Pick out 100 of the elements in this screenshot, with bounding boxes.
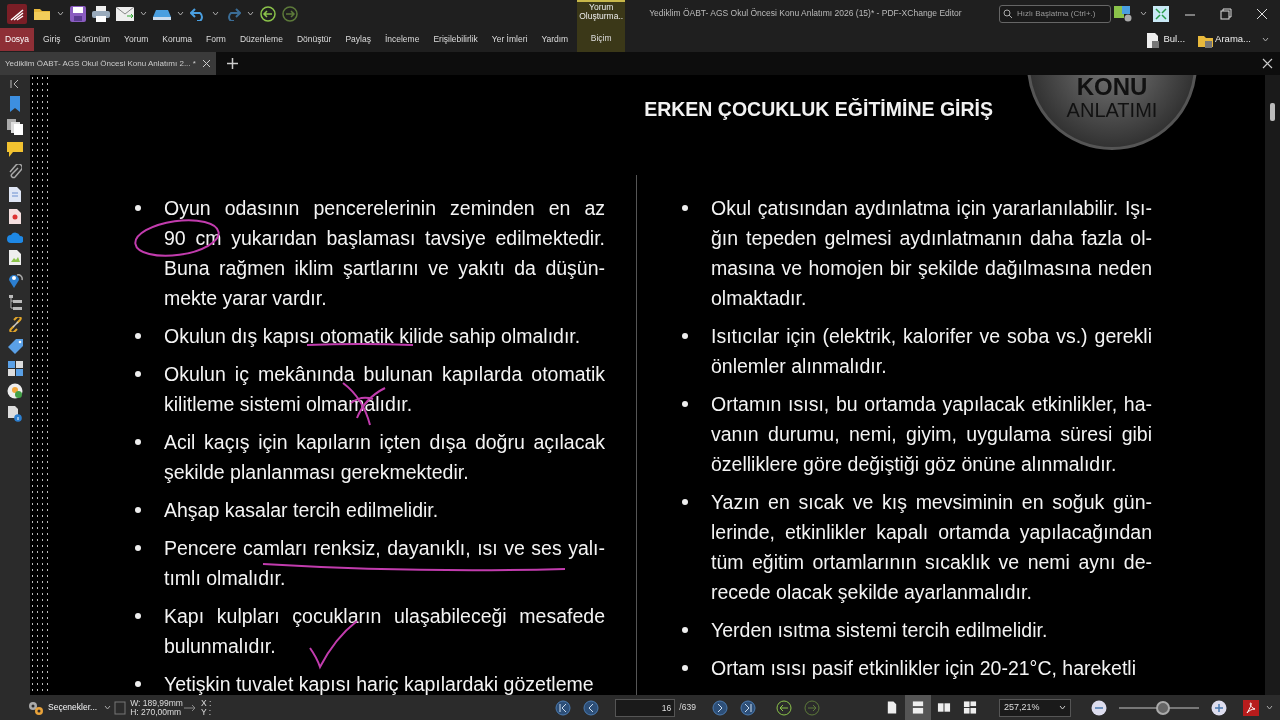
restore-icon[interactable] — [1219, 6, 1233, 21]
envelope-icon[interactable] — [116, 6, 134, 21]
bullet-paragraph: Acil kaçış için kapıların içten dışa doğru açılacak şekilde planlanması gerekmektedir. — [164, 430, 605, 485]
bullet-icon — [135, 681, 141, 687]
image-document-icon[interactable] — [9, 250, 21, 265]
zoom-in-icon[interactable] — [1211, 699, 1227, 716]
certificate-document-icon[interactable] — [9, 209, 21, 224]
ribbon-button[interactable]: Arama... — [1193, 31, 1255, 48]
caret-icon — [1059, 705, 1066, 710]
logo-title: KONU — [1076, 75, 1148, 99]
bullet-icon — [682, 499, 688, 505]
collapse-icon[interactable] — [10, 79, 20, 89]
next-page-icon[interactable] — [711, 699, 728, 716]
document-icon[interactable] — [9, 187, 21, 202]
caret-icon[interactable] — [104, 704, 112, 710]
redo-icon[interactable] — [225, 6, 241, 21]
view-mode-button[interactable] — [905, 695, 931, 720]
grid-icon[interactable] — [7, 361, 23, 376]
document-info-icon[interactable] — [8, 406, 22, 422]
page-number-field[interactable]: 16 — [615, 698, 676, 717]
ribbon-tab[interactable]: Erişilebilirlik — [428, 28, 483, 51]
close-icon[interactable] — [201, 59, 211, 68]
cloud-icon[interactable] — [7, 231, 23, 243]
ribbon-tab[interactable]: Düzenleme — [234, 28, 288, 51]
ribbon-tab[interactable]: Dosya — [0, 28, 35, 51]
bullet-icon — [682, 627, 688, 633]
scanner-icon[interactable] — [153, 7, 171, 20]
caret-icon[interactable] — [1262, 36, 1269, 42]
chain-link-icon[interactable] — [7, 317, 23, 332]
bullet-paragraph: Yerden ısıtma sistemi tercih edilmelidir. — [711, 618, 1049, 643]
bullet-paragraph: Okulun dış kapısı otomatik kilide sahip olmalıdır. — [164, 324, 582, 349]
plus-icon[interactable] — [226, 58, 238, 69]
caret-icon[interactable] — [177, 10, 184, 16]
bullet-paragraph: Ortam ısısı pasif etkinlikler için 20-21°C, hareketli — [711, 656, 1138, 681]
ribbon-tab[interactable]: Dönüştür — [291, 28, 337, 51]
last-page-icon[interactable] — [739, 699, 756, 716]
bookmark-icon[interactable] — [9, 96, 21, 112]
scrollbar-thumb[interactable] — [1270, 103, 1275, 121]
ribbon-button[interactable]: Bul... — [1141, 31, 1190, 48]
save-icon[interactable] — [70, 5, 86, 22]
ribbon-tab[interactable]: Paylaş — [340, 28, 376, 51]
ribbon-tab[interactable]: Biçim — [577, 27, 626, 50]
bullet-icon — [135, 613, 141, 619]
single-page-icon — [885, 700, 899, 715]
ribbon-tab[interactable]: İnceleme — [379, 28, 425, 51]
bullet-paragraph: Pencere camları renksiz, dayanıklı, ısı ve ses yalı- tımlı olmalıdır. — [164, 536, 605, 591]
fullscreen-icon[interactable] — [1153, 5, 1169, 22]
list-tree-icon[interactable] — [8, 295, 22, 310]
logo-subtitle: ANLATIMI — [1066, 99, 1158, 121]
caret-icon[interactable] — [212, 10, 219, 16]
zoom-combo[interactable]: 257,21% — [999, 698, 1071, 717]
ribbon-tab[interactable]: Form — [201, 28, 231, 51]
quick-launch-search-field[interactable]: Hızlı Başlatma (Ctrl+.) — [999, 4, 1111, 23]
ribbon-tab[interactable]: Görünüm — [69, 28, 115, 51]
cursor-y-label: Y : — [200, 707, 212, 717]
paperclip-icon[interactable] — [8, 164, 22, 180]
ribbon-tab[interactable]: Giriş — [38, 28, 66, 51]
bullet-paragraph: Yetişkin tuvalet kapısı hariç kapılardaki gözetleme — [164, 672, 595, 695]
bullet-icon — [682, 401, 688, 407]
pages-icon[interactable] — [7, 119, 23, 135]
comment-icon[interactable] — [7, 142, 23, 157]
page-height-label: H: 270,00mm — [130, 707, 182, 717]
theme-palette-icon[interactable] — [1114, 5, 1134, 22]
undo-icon[interactable] — [190, 6, 206, 21]
print-icon[interactable] — [92, 5, 110, 22]
caret-icon[interactable] — [57, 10, 64, 16]
ribbon-tab[interactable]: Yardım — [536, 28, 574, 51]
app-logo-icon[interactable] — [7, 3, 27, 24]
bullet-icon — [682, 205, 688, 211]
bullet-paragraph: Ortamın ısısı, bu ortamda yapılacak etkinlikler, ha- vanın durumu, nemi, giyim, uygulama süresi gibi özelliklere göre değiştiği göz önüne alınmalıdır. — [711, 392, 1152, 477]
caret-icon[interactable] — [140, 10, 147, 16]
ribbon-tab[interactable]: Koruma — [157, 28, 198, 51]
caret-icon[interactable] — [1140, 10, 1147, 16]
folder-icon[interactable] — [33, 6, 51, 21]
bullet-icon — [135, 205, 141, 211]
pdf-icon[interactable] — [1243, 699, 1259, 716]
location-pin-icon[interactable] — [7, 272, 23, 288]
caret-icon[interactable] — [247, 10, 254, 16]
globe-icon[interactable] — [7, 383, 23, 399]
zoom-slider-thumb[interactable] — [1156, 700, 1170, 715]
previous-page-icon[interactable] — [583, 699, 600, 716]
zoom-out-icon[interactable] — [1091, 699, 1107, 716]
bullet-icon — [135, 333, 141, 339]
first-page-icon[interactable] — [555, 699, 572, 716]
page-size-icon — [114, 700, 127, 715]
ribbon-tab[interactable]: Yer İmleri — [486, 28, 533, 51]
caret-icon[interactable] — [1266, 704, 1273, 710]
bullet-paragraph: Yazın en sıcak ve kış mevsiminin en soğuk gün- lerinde, etkinlikler kapalı ortamda yapılacağından tüm eğitim ortamlarının sıcaklık ve nemi aynı de- recede olacak şekilde ayarlanmalıdır. — [711, 490, 1152, 605]
window-title: Yediklim ÖABT- AGS Okul Öncesi Konu Anlatımı 2026 (15)* - PDF-XChange Editor — [649, 7, 963, 20]
page-header-title: ERKEN ÇOCUKLUK EĞİTİMİNE GİRİŞ — [644, 97, 993, 122]
tag-icon[interactable] — [7, 339, 23, 354]
close-icon[interactable] — [1262, 58, 1273, 69]
gears-icon — [28, 700, 44, 715]
document-tab[interactable]: Yediklim ÖABT- AGS Okul Öncesi Konu Anlatımı 2... * — [0, 52, 216, 75]
cursor-x-label: X : — [200, 698, 212, 708]
ribbon-tab[interactable]: Yorum — [119, 28, 154, 51]
options-dropdown[interactable]: Seçenekler... — [24, 700, 102, 715]
close-icon[interactable] — [1255, 6, 1269, 21]
bullet-paragraph: Kapı kulpları çocukların ulaşabileceği mesafede bulunmalıdır. — [164, 604, 605, 659]
facing-continuous-pages-icon — [963, 700, 977, 715]
